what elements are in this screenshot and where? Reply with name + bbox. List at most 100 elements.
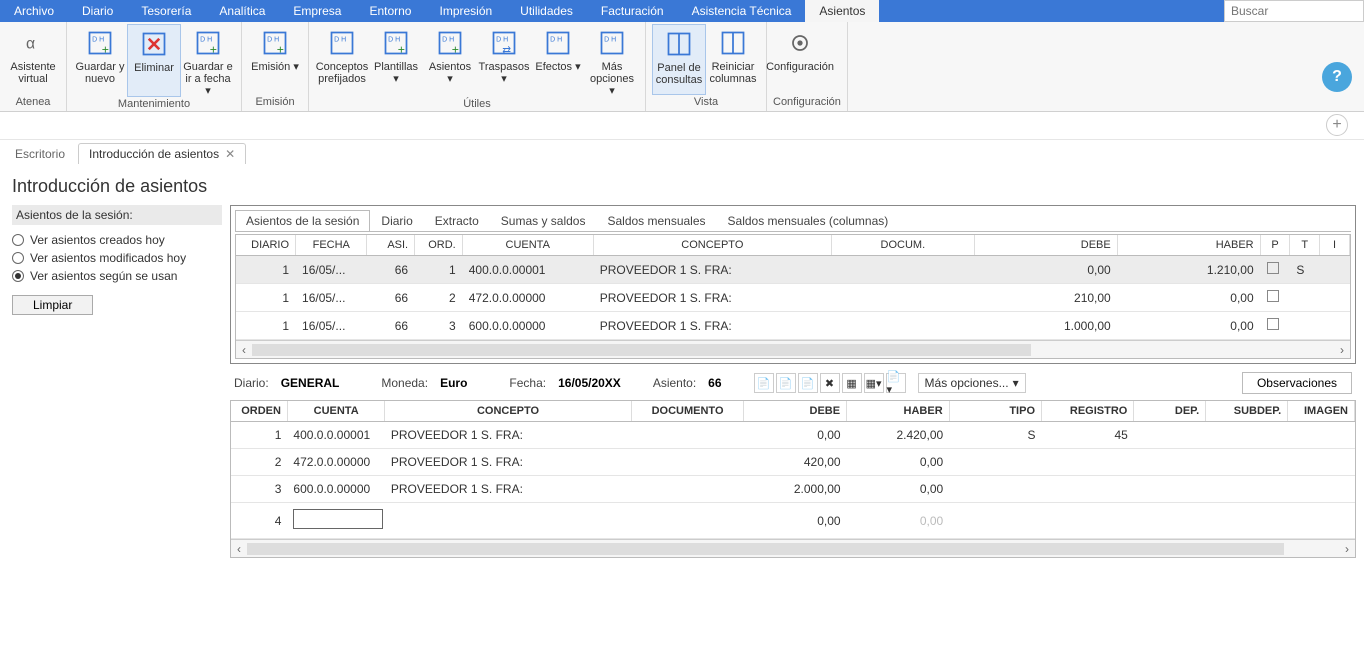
cell-tipo	[949, 449, 1041, 476]
doc-tab[interactable]: Introducción de asientos✕	[78, 143, 246, 164]
table-row[interactable]: 40,000,00	[231, 503, 1355, 539]
inner-tab[interactable]: Diario	[370, 210, 423, 231]
grid1-header[interactable]: FECHA	[296, 235, 367, 256]
table-row[interactable]: 3600.0.0.00000PROVEEDOR 1 S. FRA:2.000,0…	[231, 476, 1355, 503]
grid2-header[interactable]: DEP.	[1134, 401, 1206, 422]
grid1-header[interactable]: ORD.	[415, 235, 463, 256]
filter-radio[interactable]: Ver asientos según se usan	[12, 269, 222, 283]
grid1-header[interactable]: DIARIO	[236, 235, 296, 256]
ribbon-btn-gear[interactable]: Configuración	[773, 24, 827, 95]
filter-radio[interactable]: Ver asientos modificados hoy	[12, 251, 222, 265]
grid2-header[interactable]: DEBE	[744, 401, 847, 422]
ribbon-btn-save-date[interactable]: D H+Guardar e ir a fecha ▾	[181, 24, 235, 97]
menu-item-impresión[interactable]: Impresión	[425, 0, 506, 22]
ribbon-btn-delete[interactable]: Eliminar	[127, 24, 181, 97]
add-tab-button[interactable]: +	[1326, 114, 1348, 136]
main-panel: Asientos de la sesiónDiarioExtractoSumas…	[230, 205, 1356, 558]
grid1-scrollbar[interactable]: ‹ ›	[236, 340, 1350, 358]
ribbon-btn-alpha[interactable]: αAsistente virtual	[6, 24, 60, 95]
grid1-header[interactable]: T	[1290, 235, 1320, 256]
inner-tab[interactable]: Saldos mensuales (columnas)	[717, 210, 900, 231]
observaciones-button[interactable]: Observaciones	[1242, 372, 1352, 394]
table-row[interactable]: 116/05/...661400.0.0.00001PROVEEDOR 1 S.…	[236, 256, 1350, 284]
grid2-header[interactable]: IMAGEN	[1288, 401, 1355, 422]
menu-item-empresa[interactable]: Empresa	[279, 0, 355, 22]
ribbon-btn-columns[interactable]: Reiniciar columnas	[706, 24, 760, 95]
cell-dep	[1134, 449, 1206, 476]
menu-item-asientos[interactable]: Asientos	[805, 0, 879, 22]
grid2-header[interactable]: SUBDEP.	[1206, 401, 1288, 422]
limpiar-button[interactable]: Limpiar	[12, 295, 93, 315]
menu-item-facturación[interactable]: Facturación	[587, 0, 678, 22]
grid2-scrollbar[interactable]: ‹ ›	[231, 539, 1355, 557]
scroll-right-icon[interactable]: ›	[1339, 542, 1355, 556]
ribbon-btn-transfer[interactable]: D H⇄Traspasos ▾	[477, 24, 531, 97]
checkbox-p[interactable]	[1267, 290, 1279, 302]
cell-concepto: PROVEEDOR 1 S. FRA:	[593, 256, 831, 284]
grid1-header[interactable]: DEBE	[974, 235, 1117, 256]
grid1-header[interactable]: DOCUM.	[831, 235, 974, 256]
scroll-right-icon[interactable]: ›	[1334, 343, 1350, 357]
ribbon-btn-save-new[interactable]: D H+Guardar y nuevo	[73, 24, 127, 97]
help-icon[interactable]: ?	[1322, 62, 1352, 92]
scroll-left-icon[interactable]: ‹	[236, 343, 252, 357]
table-row[interactable]: 116/05/...663600.0.0.00000PROVEEDOR 1 S.…	[236, 312, 1350, 340]
menu-item-asistencia técnica[interactable]: Asistencia Técnica	[678, 0, 806, 22]
table-row[interactable]: 2472.0.0.00000PROVEEDOR 1 S. FRA:420,000…	[231, 449, 1355, 476]
tool-grid-icon[interactable]: ▦	[842, 373, 862, 393]
more-options-dropdown[interactable]: Más opciones...▾	[918, 373, 1026, 393]
tool-grid-dd-icon[interactable]: ▦▾	[864, 373, 884, 393]
moneda-label: Moneda:	[381, 376, 428, 390]
ribbon-btn-panel[interactable]: Panel de consultas	[652, 24, 706, 95]
grid2-header[interactable]: CUENTA	[287, 401, 384, 422]
doc-tab[interactable]: Escritorio	[4, 143, 76, 164]
menu-item-utilidades[interactable]: Utilidades	[506, 0, 587, 22]
tool-doc-add-icon[interactable]: 📄	[754, 373, 774, 393]
grid2-header[interactable]: CONCEPTO	[385, 401, 631, 422]
inner-tab[interactable]: Extracto	[424, 210, 490, 231]
grid1-header[interactable]: I	[1320, 235, 1350, 256]
checkbox-p[interactable]	[1267, 262, 1279, 274]
menu-item-entorno[interactable]: Entorno	[355, 0, 425, 22]
menu-item-archivo[interactable]: Archivo	[0, 0, 68, 22]
ribbon-btn-effects[interactable]: D HEfectos ▾	[531, 24, 585, 97]
menu-item-analítica[interactable]: Analítica	[205, 0, 279, 22]
cuenta-input[interactable]	[293, 509, 383, 529]
inner-tab[interactable]: Saldos mensuales	[596, 210, 716, 231]
grid2-header[interactable]: TIPO	[949, 401, 1041, 422]
tool-doc-dup-icon[interactable]: 📄	[776, 373, 796, 393]
ribbon-btn-concept[interactable]: D HConceptos prefijados	[315, 24, 369, 97]
grid2-header[interactable]: DOCUMENTO	[631, 401, 744, 422]
table-row[interactable]: 1400.0.0.00001PROVEEDOR 1 S. FRA:0,002.4…	[231, 422, 1355, 449]
ribbon-btn-asiento[interactable]: D H+Asientos ▾	[423, 24, 477, 97]
grid2-header[interactable]: REGISTRO	[1042, 401, 1134, 422]
grid1-header[interactable]: CONCEPTO	[593, 235, 831, 256]
tool-doc-new-icon[interactable]: 📄	[798, 373, 818, 393]
inner-tab[interactable]: Asientos de la sesión	[235, 210, 370, 231]
asiento-label: Asiento:	[653, 376, 696, 390]
ribbon-group-vista: Panel de consultasReiniciar columnasVist…	[646, 22, 767, 111]
search-input[interactable]	[1224, 0, 1364, 22]
grid1-header[interactable]: HABER	[1117, 235, 1260, 256]
menu-item-tesorería[interactable]: Tesorería	[127, 0, 205, 22]
inner-tab[interactable]: Sumas y saldos	[490, 210, 597, 231]
grid2-header[interactable]: HABER	[847, 401, 950, 422]
tool-doc-del-icon[interactable]: ✖	[820, 373, 840, 393]
grid1-header[interactable]: ASI.	[367, 235, 415, 256]
menu-item-diario[interactable]: Diario	[68, 0, 127, 22]
ribbon-btn-more[interactable]: D HMás opciones ▾	[585, 24, 639, 97]
cell-subdep	[1206, 449, 1288, 476]
filter-radio[interactable]: Ver asientos creados hoy	[12, 233, 222, 247]
ribbon-btn-template[interactable]: D H+Plantillas ▾	[369, 24, 423, 97]
table-row[interactable]: 116/05/...662472.0.0.00000PROVEEDOR 1 S.…	[236, 284, 1350, 312]
diario-value: GENERAL	[281, 376, 340, 390]
grid1-header[interactable]: P	[1260, 235, 1290, 256]
grid1-header[interactable]: CUENTA	[462, 235, 593, 256]
radio-label: Ver asientos modificados hoy	[30, 251, 186, 265]
scroll-left-icon[interactable]: ‹	[231, 542, 247, 556]
ribbon-btn-emit[interactable]: D H+Emisión ▾	[248, 24, 302, 95]
checkbox-p[interactable]	[1267, 318, 1279, 330]
grid2-header[interactable]: ORDEN	[231, 401, 287, 422]
close-icon[interactable]: ✕	[225, 147, 235, 161]
tool-doc-dd-icon[interactable]: 📄▾	[886, 373, 906, 393]
